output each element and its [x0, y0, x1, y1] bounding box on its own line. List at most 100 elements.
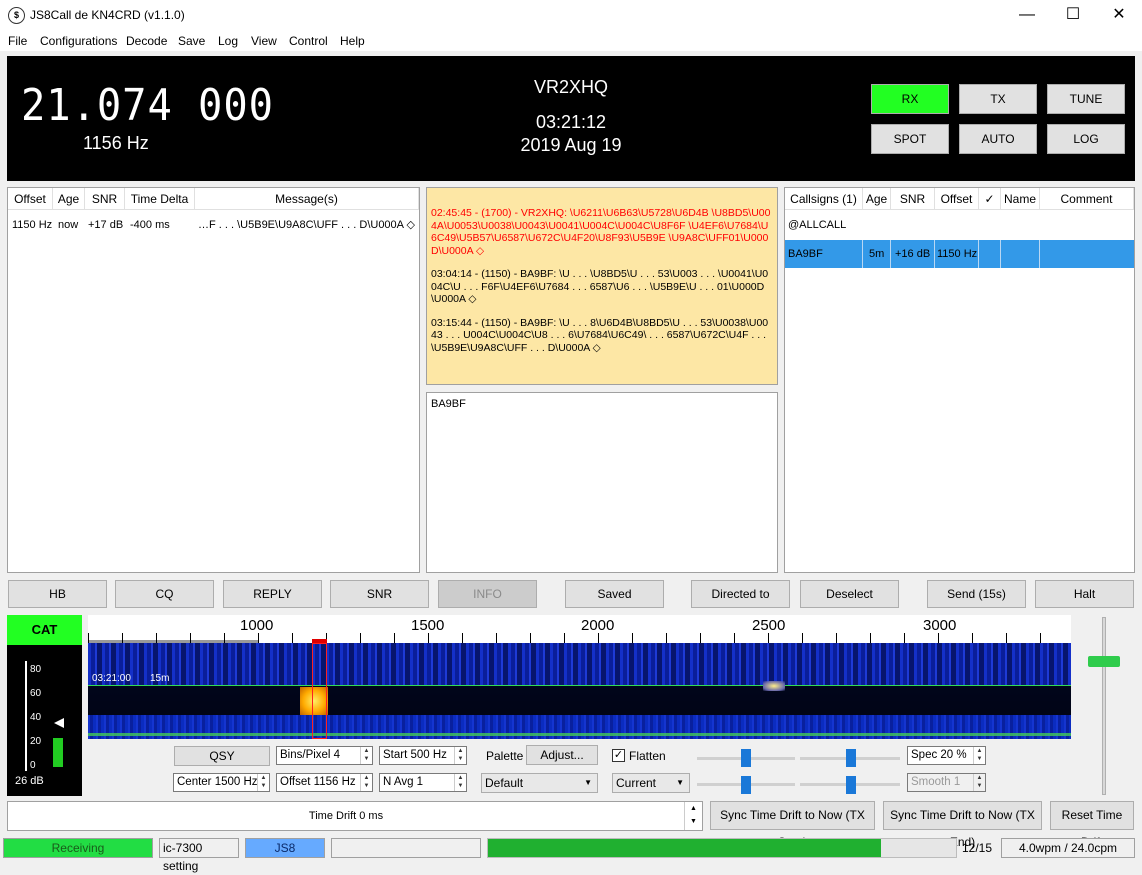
spinner-arrows-icon[interactable]: ▲ ▼: [684, 802, 702, 830]
deselect-button[interactable]: Deselect: [800, 580, 899, 608]
col-age[interactable]: Age: [863, 188, 891, 210]
zero-h-slider-handle[interactable]: [846, 776, 856, 794]
close-button[interactable]: ✕: [1096, 0, 1142, 31]
tx-button[interactable]: TX: [959, 84, 1037, 114]
snr-button[interactable]: SNR: [330, 580, 429, 608]
qsy-button[interactable]: QSY: [174, 746, 270, 766]
palette-value: Default: [485, 776, 524, 790]
tick-label: 3000: [923, 617, 957, 634]
col-snr[interactable]: SNR: [85, 188, 125, 210]
palette-label: Palette: [486, 749, 524, 763]
info-button[interactable]: INFO: [438, 580, 537, 608]
smooth-spinner[interactable]: Smooth 1 ▲ ▼: [907, 773, 986, 792]
menu-control[interactable]: Control: [289, 34, 328, 48]
gain-slider-handle[interactable]: [1088, 656, 1120, 667]
band-activity-table[interactable]: Offset Age SNR Time Delta Message(s) 115…: [7, 187, 420, 573]
status-receiving: Receiving: [3, 838, 153, 858]
waterfall[interactable]: 1000 1500 2000 2500 3000 03:21:00 15m: [88, 615, 1071, 739]
log-button[interactable]: LOG: [1047, 124, 1125, 154]
directed-button[interactable]: Directed to BA9BF: [691, 580, 790, 627]
spinner-arrows-icon[interactable]: ▲ ▼: [973, 774, 985, 791]
spec-spinner[interactable]: Spec 20 % ▲ ▼: [907, 746, 986, 765]
offset-spinner[interactable]: Offset 1156 Hz ▲ ▼: [276, 773, 373, 792]
start-spinner[interactable]: Start 500 Hz ▲ ▼: [379, 746, 467, 765]
spinner-arrows-icon[interactable]: ▲ ▼: [973, 747, 985, 764]
menu-decode[interactable]: Decode: [126, 34, 167, 48]
sync-tx-end-button[interactable]: Sync Time Drift to Now (TX End): [883, 801, 1042, 849]
cat-indicator[interactable]: CAT: [7, 615, 82, 645]
row-time-delta: -400 ms: [130, 219, 170, 231]
compose-input[interactable]: BA9BF: [426, 392, 778, 573]
spot-button[interactable]: SPOT: [871, 124, 949, 154]
center-value: Center 1500 Hz: [177, 776, 258, 788]
reply-button[interactable]: REPLY: [223, 580, 322, 608]
meter-bar: [53, 738, 63, 767]
spinner-arrows-icon[interactable]: ▲ ▼: [360, 747, 372, 764]
auto-button[interactable]: AUTO: [959, 124, 1037, 154]
waterfall-spectrum[interactable]: 03:21:00 15m: [88, 643, 1071, 739]
maximize-button[interactable]: ☐: [1050, 0, 1096, 31]
reset-time-drift-button[interactable]: Reset Time Drift: [1050, 801, 1134, 849]
spectrum-mode-select[interactable]: Current ▼: [612, 773, 690, 793]
meter-label-60: 60: [30, 688, 42, 699]
callsign-table[interactable]: Callsigns (1) Age SNR Offset ✓ Name Comm…: [784, 187, 1135, 573]
palette-slider-handle[interactable]: [741, 749, 751, 767]
radio-display: 21.074 000 1156 Hz VR2XHQ 03:21:12 2019 …: [7, 56, 1135, 181]
menu-save[interactable]: Save: [178, 34, 205, 48]
col-offset[interactable]: Offset: [935, 188, 979, 210]
minimize-button[interactable]: —: [1004, 0, 1050, 31]
spectrum-mode-value: Current: [616, 776, 657, 790]
navg-spinner[interactable]: N Avg 1 ▲ ▼: [379, 773, 467, 792]
send-button[interactable]: Send (15s): [927, 580, 1026, 608]
table-row[interactable]: BA9BF 5m +16 dB 1150 Hz: [785, 240, 1134, 268]
spinner-arrows-icon[interactable]: ▲ ▼: [257, 774, 269, 791]
allcall-row[interactable]: @ALLCALL: [788, 214, 888, 236]
tune-button[interactable]: TUNE: [1047, 84, 1125, 114]
signal-meter: 80 60 40 20 0 26 dB: [7, 645, 82, 796]
col-comment[interactable]: Comment: [1040, 188, 1134, 210]
spinner-arrows-icon[interactable]: ▲ ▼: [454, 774, 466, 791]
col-time-delta[interactable]: Time Delta: [125, 188, 195, 210]
col-messages[interactable]: Message(s): [195, 188, 419, 210]
col-age[interactable]: Age: [53, 188, 85, 210]
rx-button[interactable]: RX: [871, 84, 949, 114]
spinner-arrows-icon[interactable]: ▲ ▼: [454, 747, 466, 764]
spinner-arrows-icon[interactable]: ▲ ▼: [360, 774, 372, 791]
saved-button[interactable]: Saved: [565, 580, 664, 608]
status-slots: 12/15: [962, 841, 993, 855]
menu-log[interactable]: Log: [218, 34, 238, 48]
gain-slider-track[interactable]: [1102, 617, 1106, 795]
meter-label-20: 20: [30, 736, 42, 747]
tick-label: 1500: [411, 617, 445, 634]
zero-slider-handle[interactable]: [846, 749, 856, 767]
time-drift-spinner[interactable]: Time Drift 0 ms ▲ ▼: [7, 801, 703, 831]
gain-h-slider-handle[interactable]: [741, 776, 751, 794]
frequency-scale[interactable]: 1000 1500 2000 2500 3000: [88, 615, 1071, 643]
menu-view[interactable]: View: [251, 34, 277, 48]
hb-button[interactable]: HB: [8, 580, 107, 608]
menu-file[interactable]: File: [8, 34, 27, 48]
col-snr[interactable]: SNR: [891, 188, 935, 210]
title-bar: $ JS8Call de KN4CRD (v1.1.0) — ☐ ✕: [0, 0, 1142, 31]
navg-value: N Avg 1: [383, 776, 424, 788]
cq-button[interactable]: CQ: [115, 580, 214, 608]
center-spinner[interactable]: Center 1500 Hz ▲ ▼: [173, 773, 270, 792]
sync-tx-start-button[interactable]: Sync Time Drift to Now (TX Start): [710, 801, 875, 849]
col-offset[interactable]: Offset: [8, 188, 53, 210]
halt-button[interactable]: Halt: [1035, 580, 1134, 608]
bins-pixel-spinner[interactable]: Bins/Pixel 4 ▲ ▼: [276, 746, 373, 765]
start-value: Start 500 Hz: [383, 749, 447, 761]
col-callsigns[interactable]: Callsigns (1): [785, 188, 863, 210]
meter-level: 26 dB: [15, 775, 44, 787]
tx-offset-window[interactable]: [312, 643, 327, 739]
palette-select[interactable]: Default ▼: [481, 773, 598, 793]
col-name[interactable]: Name: [1001, 188, 1040, 210]
chat-message: 02:45:45 - (1700) - VR2XHQ: \U6211\U6B63…: [431, 207, 771, 257]
col-check[interactable]: ✓: [979, 188, 1001, 210]
row-snr: +16 dB: [895, 248, 931, 260]
menu-help[interactable]: Help: [340, 34, 365, 48]
menu-configurations[interactable]: Configurations: [40, 34, 117, 48]
flatten-checkbox[interactable]: ✓: [612, 749, 625, 762]
conversation-log[interactable]: 02:45:45 - (1700) - VR2XHQ: \U6211\U6B63…: [426, 187, 778, 385]
adjust-button[interactable]: Adjust...: [526, 745, 598, 765]
